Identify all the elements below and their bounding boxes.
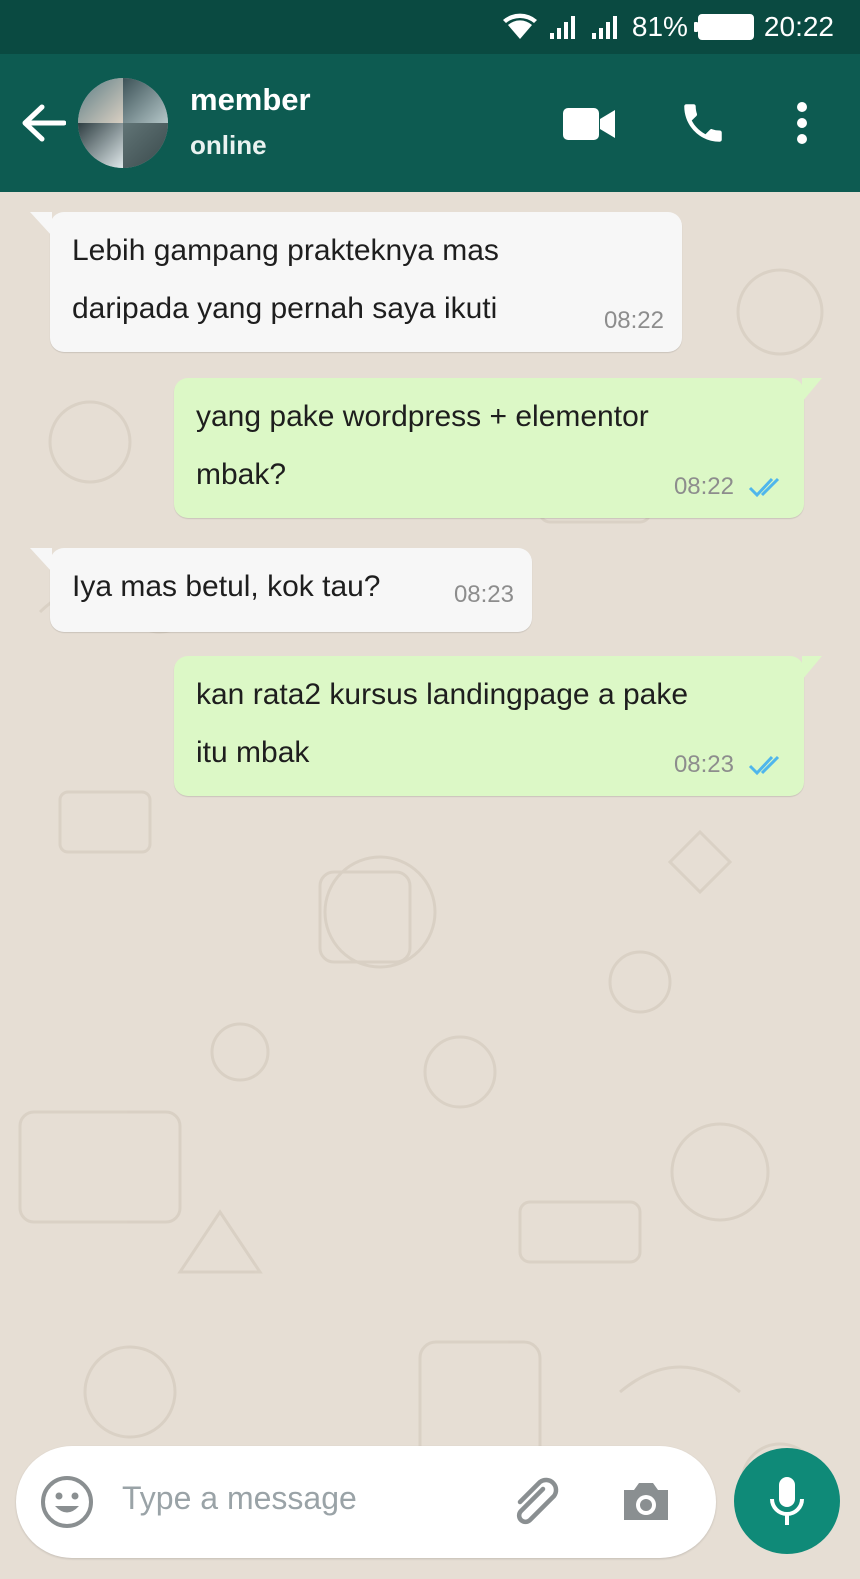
signal-icon <box>549 16 575 39</box>
bubble-tail <box>802 378 822 402</box>
message-meta: 08:22 <box>604 308 664 334</box>
back-arrow-icon[interactable] <box>20 102 66 144</box>
message-bubble-outgoing[interactable]: kan rata2 kursus landingpage a pake itu … <box>174 656 822 796</box>
message-text-line: daripada yang pernah saya ikuti <box>72 292 498 325</box>
message-bubble-incoming[interactable]: Lebih gampang prakteknya mas daripada ya… <box>30 212 682 352</box>
message-meta: 08:23 <box>674 752 786 778</box>
mic-icon <box>770 1477 804 1525</box>
message-composer[interactable]: Type a message <box>16 1446 716 1558</box>
message-text-line: Iya mas betul, kok tau? <box>72 570 381 603</box>
bubble-tail <box>30 548 52 572</box>
message-time: 08:22 <box>673 473 734 500</box>
video-call-icon[interactable] <box>562 106 616 142</box>
bubble-tail <box>802 656 822 680</box>
message-list[interactable]: Lebih gampang prakteknya mas daripada ya… <box>0 192 860 1524</box>
message-text-line: kan rata2 kursus landingpage a pake <box>196 678 689 711</box>
more-vert-icon[interactable] <box>790 100 814 146</box>
message-meta: 08:22 <box>674 474 786 500</box>
battery-icon <box>693 14 754 40</box>
message-input[interactable]: Type a message <box>122 1480 357 1517</box>
message-time: 08:22 <box>603 307 664 334</box>
attachment-icon[interactable] <box>508 1476 566 1528</box>
signal-icon <box>591 16 617 39</box>
contact-name[interactable]: member <box>190 82 311 118</box>
message-text-line: Lebih gampang prakteknya mas <box>72 234 499 267</box>
message-text-line: yang pake wordpress + elementor <box>196 400 649 433</box>
read-ticks-icon <box>748 477 780 498</box>
bubble-tail <box>30 212 52 236</box>
chat-header: member online <box>0 54 860 192</box>
camera-icon[interactable] <box>620 1476 672 1526</box>
mic-button[interactable] <box>734 1448 840 1554</box>
chat-screen: 81% 20:22 member online Lebih gampang pr… <box>0 0 860 1579</box>
status-indicators: 81% 20:22 <box>502 10 834 44</box>
message-meta: 08:23 <box>454 582 514 608</box>
contact-status: online <box>190 130 267 160</box>
wifi-icon <box>502 13 537 39</box>
message-time: 08:23 <box>453 581 514 608</box>
read-ticks-icon <box>748 755 780 776</box>
message-time: 08:23 <box>673 751 734 778</box>
status-time: 20:22 <box>763 11 834 42</box>
emoji-icon[interactable] <box>40 1475 94 1529</box>
status-bar: 81% 20:22 <box>0 0 860 54</box>
message-bubble-incoming[interactable]: Iya mas betul, kok tau? 08:23 <box>30 548 532 632</box>
message-bubble-outgoing[interactable]: yang pake wordpress + elementor mbak? 08… <box>174 378 822 518</box>
avatar[interactable] <box>78 78 168 168</box>
battery-percent: 81% <box>631 11 688 42</box>
phone-icon[interactable] <box>678 98 728 148</box>
